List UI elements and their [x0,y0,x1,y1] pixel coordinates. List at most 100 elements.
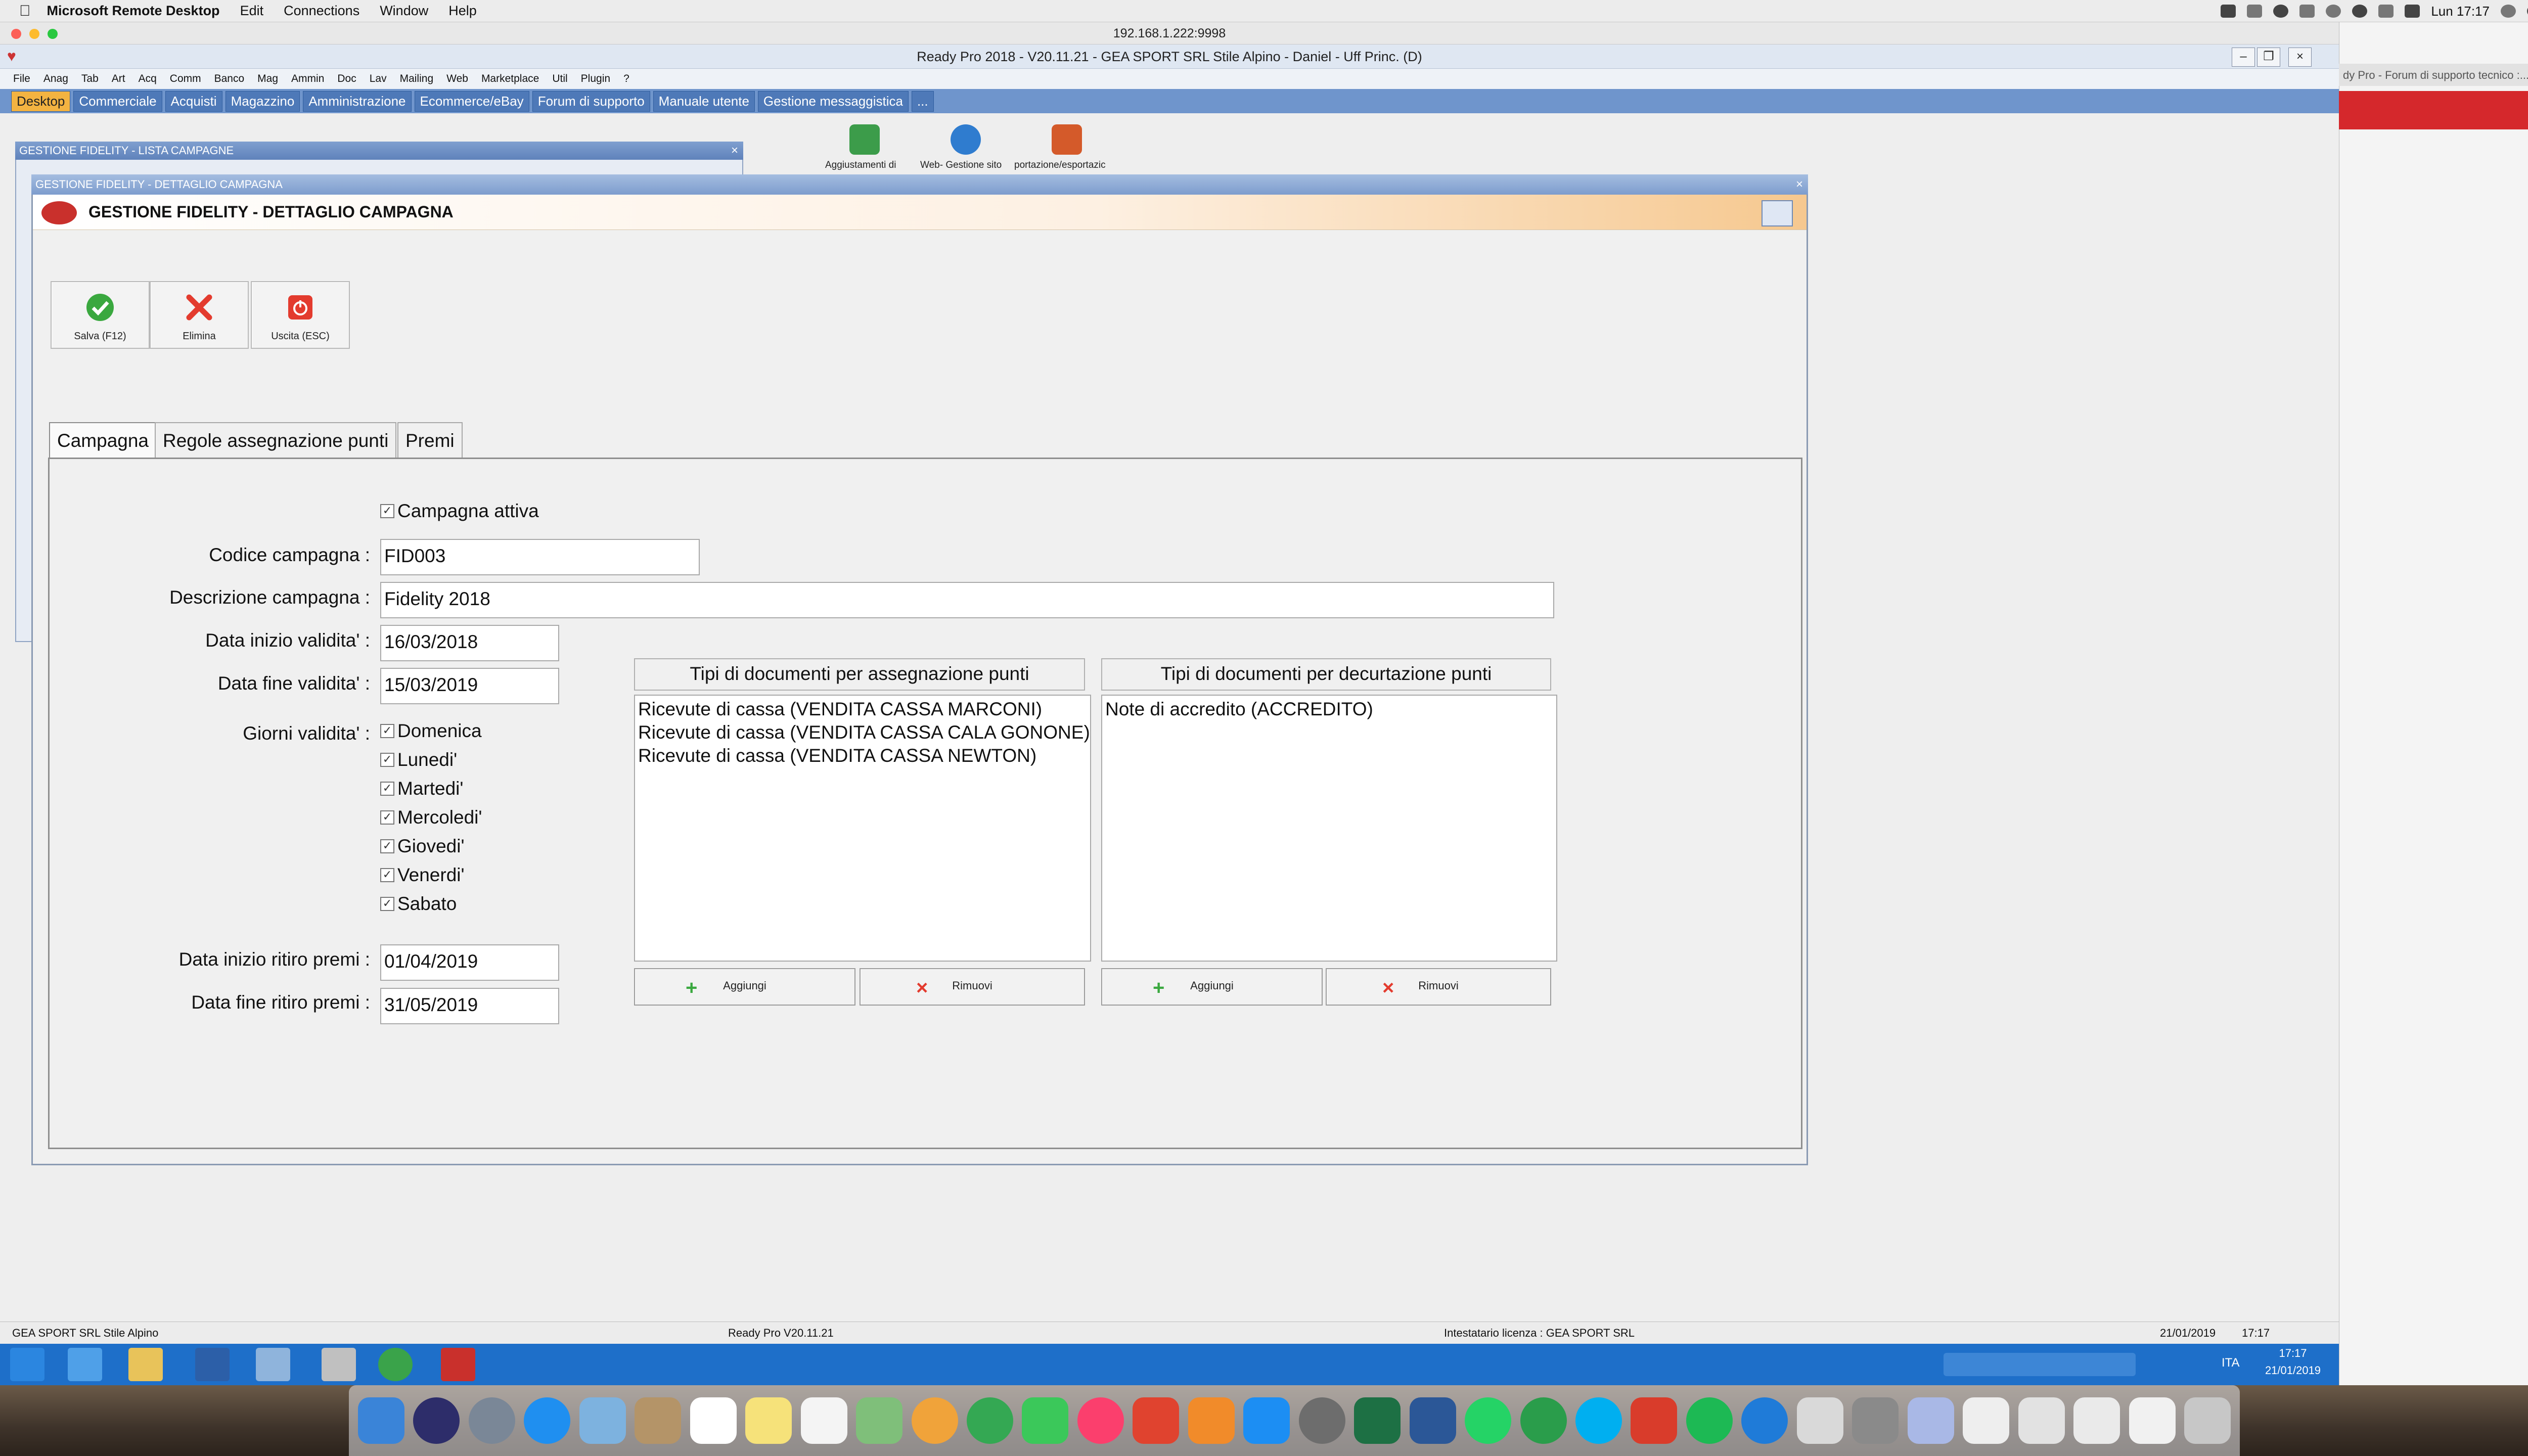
restore-icon[interactable]: ❐ [2257,48,2280,67]
checkbox-checked-icon[interactable]: ✓ [380,839,394,853]
menu-tab[interactable]: Tab [81,73,99,85]
checkbox-mercoledi[interactable]: ✓ Mercoledi' [380,807,482,828]
menu-help[interactable]: ? [623,73,629,85]
tab-commerciale[interactable]: Commerciale [73,90,162,112]
system-tray-icons[interactable] [1944,1353,2136,1376]
list-item[interactable]: Ricevute di cassa (VENDITA CASSA NEWTON) [638,744,1087,767]
tab-manuale[interactable]: Manuale utente [653,90,755,112]
checkbox-checked-icon[interactable]: ✓ [380,782,394,796]
chrome-icon[interactable] [378,1348,413,1381]
folder-icon[interactable] [1907,1397,1954,1444]
import-export-icon[interactable] [1052,124,1082,155]
list-item[interactable]: Ricevute di cassa (VENDITA CASSA MARCONI… [638,698,1087,721]
browser-tab[interactable]: dy Pro - Forum di supporto tecnico :... [2339,64,2528,86]
chrome-dock-icon[interactable] [966,1397,1013,1444]
siri-icon[interactable] [413,1397,460,1444]
menu-marketplace[interactable]: Marketplace [481,73,539,85]
checkbox-checked-icon[interactable]: ✓ [380,897,394,911]
mac-clock[interactable]: Lun 17:17 [2431,4,2490,19]
taskbar-lang[interactable]: ITA [2222,1356,2240,1370]
disk-utility-icon[interactable] [1852,1397,1899,1444]
zoom-window-icon[interactable] [48,29,58,39]
excel-icon[interactable] [1354,1397,1401,1444]
close-icon[interactable]: × [1796,174,1803,195]
checkbox-checked-icon[interactable]: ✓ [380,724,394,738]
mac-menu-app[interactable]: Microsoft Remote Desktop [47,3,220,19]
decurtazione-remove-button[interactable]: × Rimuovi [1326,968,1551,1006]
checkbox-lunedi[interactable]: ✓ Lunedi' [380,749,457,770]
exit-button[interactable]: Uscita (ESC) [251,281,350,349]
archive-icon[interactable] [1796,1397,1843,1444]
calendar-icon[interactable] [690,1397,737,1444]
photos-icon[interactable] [911,1397,958,1444]
menu-anag[interactable]: Anag [43,73,68,85]
spotlight-icon[interactable] [2501,5,2516,18]
pdf-icon[interactable] [1631,1397,1678,1444]
sync-icon[interactable] [1520,1397,1567,1444]
menu-banco[interactable]: Banco [214,73,245,85]
tab-campagna[interactable]: Campagna [49,422,157,459]
data-inizio-validita-field[interactable]: 16/03/2018 [380,625,559,661]
skype-dock-icon[interactable] [1575,1397,1622,1444]
minimize-icon[interactable]: – [2232,48,2255,67]
menu-file[interactable]: File [13,73,30,85]
delete-button[interactable]: Elimina [150,281,249,349]
menu-web[interactable]: Web [446,73,468,85]
cloud-icon[interactable] [2247,5,2263,18]
data-fine-ritiro-field[interactable]: 31/05/2019 [380,988,559,1024]
tab-premi[interactable]: Premi [397,422,463,459]
notes-icon[interactable] [745,1397,792,1444]
data-inizio-ritiro-field[interactable]: 01/04/2019 [380,944,559,981]
close-icon[interactable]: × [731,142,738,160]
assegnazione-remove-button[interactable]: × Rimuovi [860,968,1085,1006]
globe-icon[interactable] [951,124,981,155]
web-site-label[interactable]: Web- Gestione sito [920,160,1002,171]
finder-icon[interactable] [358,1397,404,1444]
mac-menu-help[interactable]: Help [448,3,477,19]
assegnazione-add-button[interactable]: + Aggiungi [634,968,855,1006]
books-icon[interactable] [1188,1397,1235,1444]
adjustments-icon[interactable] [849,124,880,155]
contacts-icon[interactable] [635,1397,682,1444]
mac-menu-window[interactable]: Window [380,3,428,19]
server-manager-icon[interactable] [68,1348,102,1381]
mac-menu-edit[interactable]: Edit [240,3,264,19]
menu-doc[interactable]: Doc [337,73,356,85]
whatsapp-icon[interactable] [1465,1397,1512,1444]
checkbox-domenica[interactable]: ✓ Domenica [380,720,482,742]
menu-mailing[interactable]: Mailing [400,73,434,85]
tab-desktop[interactable]: Desktop [11,90,71,112]
menu-art[interactable]: Art [112,73,125,85]
app-store-icon[interactable] [1243,1397,1290,1444]
import-export-label[interactable]: portazione/esportazic [1014,160,1106,171]
dropbox-icon[interactable] [2221,5,2236,18]
checkbox-checked-icon[interactable]: ✓ [380,504,394,518]
battery-icon[interactable] [2405,5,2420,18]
windows-start-icon[interactable] [10,1348,44,1381]
powershell-icon[interactable] [195,1348,230,1381]
tab-more[interactable]: ... [911,90,934,112]
adjustments-label[interactable]: Aggiustamenti di [825,160,896,171]
descrizione-campagna-field[interactable]: Fidelity 2018 [380,582,1554,618]
menu-acq[interactable]: Acq [139,73,157,85]
apple-icon[interactable]:  [19,3,31,20]
skype-icon[interactable] [2326,5,2341,18]
trash-icon[interactable] [2184,1397,2231,1444]
remote-app-icon[interactable] [256,1348,290,1381]
menu-mag[interactable]: Mag [257,73,278,85]
campagna-attiva-checkbox[interactable]: ✓ Campagna attiva [380,500,539,522]
file-explorer-icon[interactable] [128,1348,163,1381]
document-icon[interactable] [1963,1397,2010,1444]
maps-icon[interactable] [856,1397,903,1444]
checkbox-martedi[interactable]: ✓ Martedi' [380,778,463,799]
taskbar-time[interactable]: 17:17 [2260,1347,2326,1360]
taskbar-date[interactable]: 21/01/2019 [2260,1364,2326,1377]
mac-menu-connections[interactable]: Connections [284,3,359,19]
menu-plugin[interactable]: Plugin [581,73,610,85]
calendar-icon[interactable] [1762,200,1793,226]
menu-comm[interactable]: Comm [170,73,201,85]
spotify-icon[interactable] [1686,1397,1733,1444]
menu-lav[interactable]: Lav [370,73,387,85]
launchpad-icon[interactable] [468,1397,515,1444]
codice-campagna-field[interactable]: FID003 [380,539,700,575]
